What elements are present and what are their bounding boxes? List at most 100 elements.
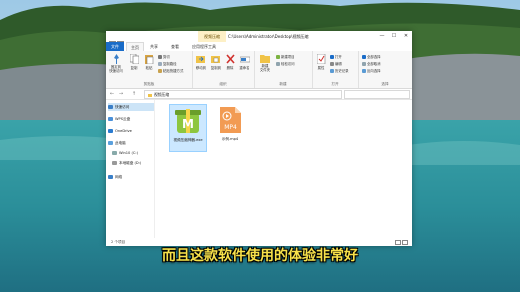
select-all-button[interactable]: 全部选择 xyxy=(362,54,381,59)
select-all-label: 全部选择 xyxy=(367,55,381,59)
easy-access-button[interactable]: 轻松访问 xyxy=(276,61,295,66)
nav-network[interactable]: 网络 xyxy=(108,173,154,181)
tab-view[interactable]: 查看 xyxy=(167,42,183,51)
file-name: 视频压缩神器.exe xyxy=(173,138,203,142)
cut-button[interactable]: 剪切 xyxy=(158,54,170,59)
invert-selection-label: 反向选择 xyxy=(367,69,381,73)
select-none-label: 全部取消 xyxy=(367,62,381,66)
nav-network-label: 网络 xyxy=(115,175,123,179)
rename-button[interactable]: 重命名 xyxy=(237,54,252,70)
rename-label: 重命名 xyxy=(239,66,250,70)
delete-label: 删除 xyxy=(226,66,234,70)
properties-icon xyxy=(316,54,325,64)
address-bar[interactable]: 视频压缩 xyxy=(144,90,342,99)
new-item-label: 新建项目 xyxy=(281,55,295,59)
quick-access-toolbar[interactable] xyxy=(109,33,129,67)
history-icon xyxy=(330,69,334,73)
invert-selection-icon xyxy=(362,69,366,73)
address-path: 视频压缩 xyxy=(154,92,170,97)
paste-shortcut-label: 粘贴快捷方式 xyxy=(163,69,184,73)
manage-context-tab[interactable]: 视频压缩 xyxy=(198,31,226,42)
history-label: 历史记录 xyxy=(335,69,349,73)
select-group-label: 选择 xyxy=(381,82,389,86)
cloud-icon xyxy=(108,117,113,121)
invert-selection-button[interactable]: 反向选择 xyxy=(362,68,381,73)
clipboard-group-label: 剪贴板 xyxy=(143,82,155,86)
organize-group-label: 组织 xyxy=(219,82,227,86)
navigation-pane: 快速访问 WPS云盘 OneDrive 此电脑 Win10 (C:) 本地磁盘 … xyxy=(106,100,155,238)
video-subtitle: 而且这款软件使用的体验非常好 xyxy=(162,248,358,264)
copy-button[interactable]: 复制 xyxy=(127,54,141,70)
move-to-label: 移动到 xyxy=(195,66,207,70)
address-bar-row: ← → ↑ 视频压缩 xyxy=(106,89,412,100)
nav-drive-d-label: 本地磁盘 (D:) xyxy=(119,161,142,165)
onedrive-icon xyxy=(108,129,113,133)
nav-this-pc[interactable]: 此电脑 xyxy=(108,139,154,147)
open-label: 打开 xyxy=(335,55,342,59)
copy-to-button[interactable]: 复制到 xyxy=(209,54,223,70)
file-item-mp4[interactable]: MP4 示例.mp4 xyxy=(212,104,248,150)
nav-drive-c[interactable]: Win10 (C:) xyxy=(112,149,158,157)
select-group: 全部选择 全部取消 反向选择 选择 xyxy=(358,51,412,88)
star-icon xyxy=(108,105,113,109)
nav-wps-label: WPS云盘 xyxy=(115,117,131,121)
new-folder-button[interactable]: 新建 文件夹 xyxy=(257,54,273,72)
file-item-app[interactable]: M 视频压缩神器.exe xyxy=(169,104,207,152)
copy-path-button[interactable]: 复制路径 xyxy=(158,61,177,66)
edit-button[interactable]: 编辑 xyxy=(330,61,342,66)
easy-access-label: 轻松访问 xyxy=(281,62,295,66)
copy-to-label: 复制到 xyxy=(210,66,222,70)
nav-onedrive-label: OneDrive xyxy=(115,129,132,133)
paste-icon xyxy=(144,55,153,64)
move-to-button[interactable]: 移动到 xyxy=(194,54,208,70)
minimize-button[interactable]: — xyxy=(376,31,388,42)
back-button[interactable]: ← xyxy=(108,90,116,98)
nav-quick-access[interactable]: 快速访问 xyxy=(108,103,154,111)
rename-icon xyxy=(239,56,250,63)
tab-manage[interactable]: 应用程序工具 xyxy=(190,42,218,51)
nav-drive-c-label: Win10 (C:) xyxy=(119,151,138,155)
new-item-icon xyxy=(276,55,280,59)
history-button[interactable]: 历史记录 xyxy=(330,68,349,73)
delete-button[interactable]: 删除 xyxy=(224,54,236,70)
pin-button[interactable]: 固定到 快速访问 xyxy=(108,54,124,73)
open-group-label: 打开 xyxy=(331,82,339,86)
select-none-icon xyxy=(362,62,366,66)
open-icon xyxy=(330,55,334,59)
nav-drive-d[interactable]: 本地磁盘 (D:) xyxy=(112,159,158,167)
explorer-window: 视频压缩 C:\Users\Administrator\Desktop\视频压缩… xyxy=(106,31,412,246)
nav-this-pc-label: 此电脑 xyxy=(115,141,126,145)
title-bar: 视频压缩 C:\Users\Administrator\Desktop\视频压缩… xyxy=(106,31,412,67)
shortcut-icon xyxy=(158,69,162,73)
nav-onedrive[interactable]: OneDrive xyxy=(108,127,154,135)
properties-button[interactable]: 属性 xyxy=(315,54,327,70)
easy-access-icon xyxy=(276,62,280,66)
organize-group: 移动到 复制到 删除 重命名 组织 xyxy=(192,51,255,88)
drive-icon xyxy=(112,151,117,155)
close-button[interactable]: ✕ xyxy=(400,31,412,42)
ribbon: 固定到 快速访问 复制 粘贴 剪切 复制路径 粘贴快捷方式 剪贴板 移动到 复制… xyxy=(106,51,412,89)
select-none-button[interactable]: 全部取消 xyxy=(362,61,381,66)
pin-icon xyxy=(113,54,119,64)
tab-share[interactable]: 共享 xyxy=(146,42,162,51)
maximize-button[interactable]: ☐ xyxy=(388,31,400,42)
paste-button[interactable]: 粘贴 xyxy=(142,54,156,70)
nav-wps[interactable]: WPS云盘 xyxy=(108,115,154,123)
scissors-icon xyxy=(158,55,162,59)
svg-text:M: M xyxy=(182,117,194,131)
nav-quick-access-label: 快速访问 xyxy=(115,105,130,109)
file-list: M 视频压缩神器.exe MP4 示例.mp4 xyxy=(155,100,412,238)
open-button[interactable]: 打开 xyxy=(330,54,342,59)
copy-label: 复制 xyxy=(130,66,138,70)
paste-label: 粘贴 xyxy=(145,66,153,70)
up-button[interactable]: ↑ xyxy=(130,90,138,98)
new-item-button[interactable]: 新建项目 xyxy=(276,54,295,59)
new-group-label: 新建 xyxy=(279,82,287,86)
forward-button[interactable]: → xyxy=(117,90,125,98)
select-all-icon xyxy=(362,55,366,59)
paste-shortcut-button[interactable]: 粘贴快捷方式 xyxy=(158,68,183,73)
clipboard-group: 固定到 快速访问 复制 粘贴 剪切 复制路径 粘贴快捷方式 剪贴板 xyxy=(106,51,193,88)
file-name: 示例.mp4 xyxy=(221,137,239,141)
search-input[interactable] xyxy=(344,90,410,99)
properties-label: 属性 xyxy=(317,66,325,70)
